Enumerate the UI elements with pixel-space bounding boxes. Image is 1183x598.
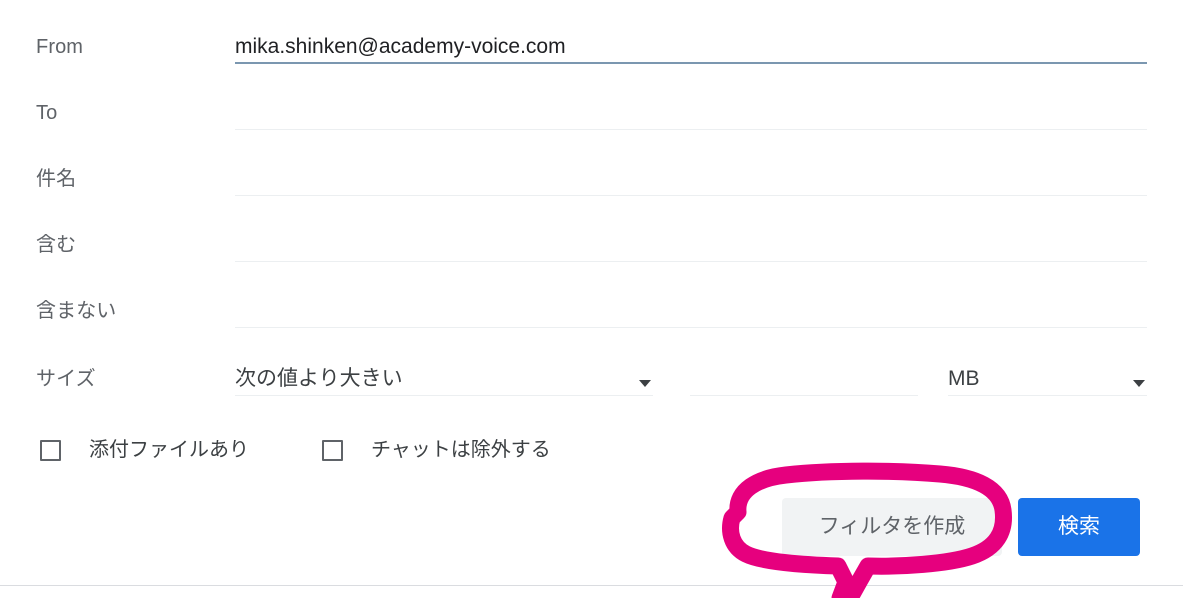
size-amount-input[interactable] xyxy=(690,352,918,406)
field-row-includes: 含む xyxy=(0,212,1183,278)
chevron-down-icon xyxy=(1133,380,1145,387)
field-input-to[interactable] xyxy=(235,80,1147,146)
field-underline-includes xyxy=(235,261,1147,262)
field-underline-subject xyxy=(235,195,1147,196)
checkbox-box-icon[interactable] xyxy=(40,439,61,461)
field-underline-excludes xyxy=(235,327,1147,328)
field-underline-to xyxy=(235,129,1147,130)
size-amount-underline xyxy=(690,395,918,396)
create-filter-button[interactable]: フィルタを作成 xyxy=(782,498,1002,556)
size-unit-value: MB xyxy=(948,366,980,390)
field-label-includes: 含む xyxy=(36,234,77,256)
search-filter-panel: From mika.shinken@academy-voice.com To 件… xyxy=(0,0,1183,586)
size-operator-value: 次の値より大きい xyxy=(235,366,403,390)
size-operator-dropdown[interactable]: 次の値より大きい xyxy=(235,352,653,406)
field-label-excludes: 含まない xyxy=(36,300,117,322)
field-input-includes[interactable] xyxy=(235,212,1147,278)
checkbox-has-attachment[interactable]: 添付ファイルあり xyxy=(40,428,249,472)
field-value-from: mika.shinken@academy-voice.com xyxy=(235,34,566,58)
field-label-subject: 件名 xyxy=(36,168,77,190)
checkbox-row: 添付ファイルあり チャットは除外する xyxy=(0,428,1183,472)
checkbox-label-exclude-chats: チャットは除外する xyxy=(371,439,551,461)
field-label-from: From xyxy=(36,36,84,58)
size-operator-underline xyxy=(235,395,653,396)
field-underline-from xyxy=(235,62,1147,64)
field-row-excludes: 含まない xyxy=(0,278,1183,344)
field-row-to: To xyxy=(0,80,1183,146)
field-input-subject[interactable] xyxy=(235,146,1147,212)
field-input-excludes[interactable] xyxy=(235,278,1147,344)
checkbox-label-has-attachment: 添付ファイルあり xyxy=(89,439,249,461)
field-row-size: サイズ 次の値より大きい MB xyxy=(0,352,1183,406)
size-unit-dropdown[interactable]: MB xyxy=(948,352,1147,406)
panel-bottom-divider xyxy=(0,585,1183,586)
checkbox-box-icon[interactable] xyxy=(322,439,343,461)
field-row-subject: 件名 xyxy=(0,146,1183,212)
search-button[interactable]: 検索 xyxy=(1018,498,1140,556)
size-unit-underline xyxy=(948,395,1147,396)
field-label-size: サイズ xyxy=(36,368,96,390)
checkbox-exclude-chats[interactable]: チャットは除外する xyxy=(322,428,551,472)
action-button-bar: フィルタを作成 検索 xyxy=(0,498,1183,556)
chevron-down-icon xyxy=(639,380,651,387)
field-row-from: From mika.shinken@academy-voice.com xyxy=(0,14,1183,80)
field-input-from[interactable]: mika.shinken@academy-voice.com xyxy=(235,14,1147,80)
field-label-to: To xyxy=(36,102,58,124)
